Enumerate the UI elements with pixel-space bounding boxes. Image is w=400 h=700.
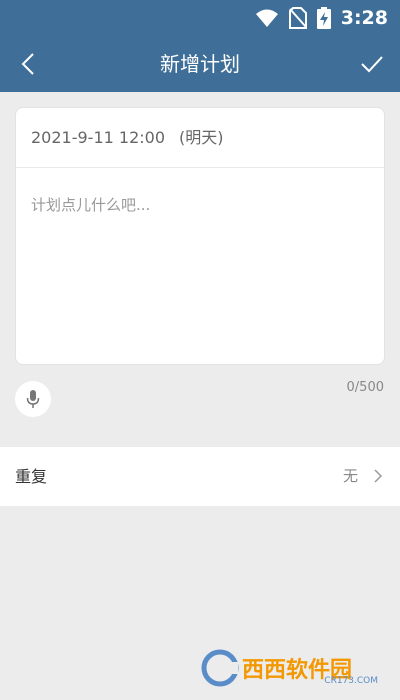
watermark-logo: 西西软件园 CR173.COM — [200, 648, 382, 688]
status-time: 3:28 — [340, 7, 388, 29]
microphone-icon — [26, 390, 40, 408]
char-count: 0/500 — [346, 380, 384, 395]
plan-input[interactable] — [16, 168, 384, 364]
plan-day-label: (明天) — [179, 128, 224, 147]
plan-card: 2021-9-11 12:00 (明天) — [15, 107, 385, 365]
check-icon — [361, 56, 383, 73]
chevron-right-icon — [374, 469, 383, 483]
app-bar: 新增计划 — [0, 36, 400, 92]
confirm-button[interactable] — [352, 44, 392, 84]
voice-input-button[interactable] — [15, 381, 51, 417]
repeat-value: 无 — [342, 467, 358, 485]
plan-date: 2021-9-11 12:00 — [31, 128, 165, 147]
page-title: 新增计划 — [160, 52, 240, 76]
no-sim-icon — [288, 7, 307, 29]
status-bar: 3:28 — [0, 0, 400, 36]
status-icons: 3:28 — [255, 6, 388, 30]
repeat-row[interactable]: 重复 无 — [0, 447, 400, 506]
watermark-sub: CR173.COM — [324, 676, 378, 686]
date-picker[interactable]: 2021-9-11 12:00 (明天) — [16, 108, 384, 168]
wifi-icon — [255, 9, 278, 27]
logo-icon — [201, 649, 239, 687]
repeat-label: 重复 — [15, 467, 48, 486]
battery-charging-icon — [316, 7, 331, 29]
